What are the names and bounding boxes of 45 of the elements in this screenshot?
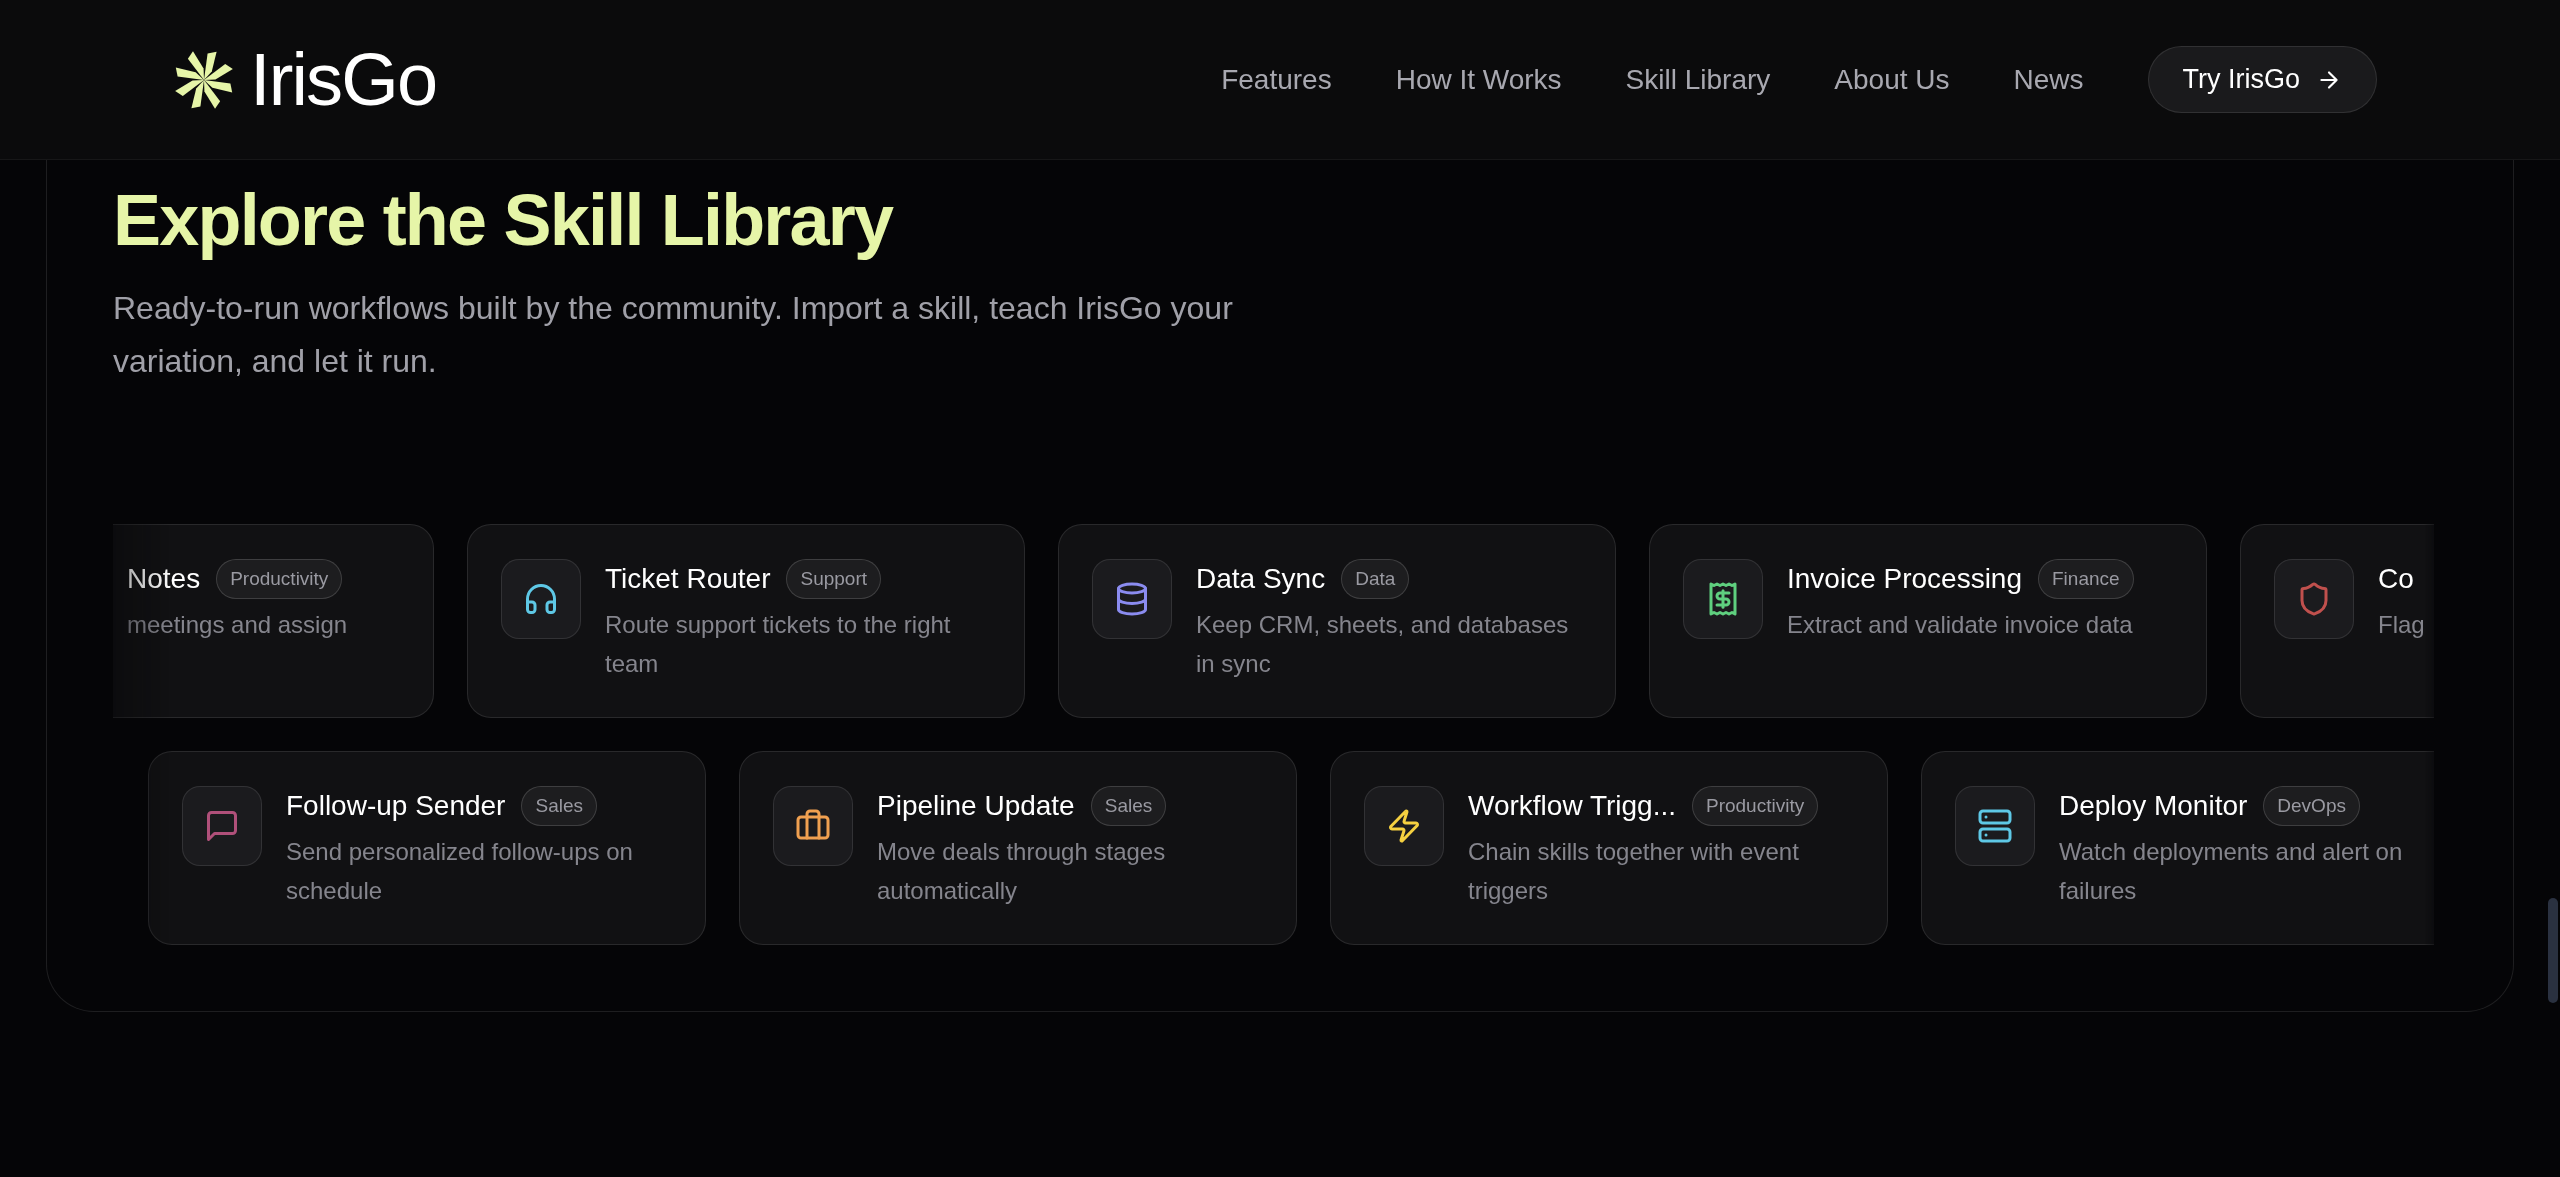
nav-link[interactable]: About Us (1834, 58, 1950, 101)
skill-card[interactable]: Pipeline Update Sales Move deals through stages automatically (739, 751, 1297, 945)
skill-description: Send personalized follow-ups on schedule (286, 837, 634, 906)
skill-title: Data Sync (1196, 562, 1326, 596)
logo-wordmark[interactable]: IrisGo (250, 42, 437, 117)
skill-title: Notes (127, 562, 201, 596)
skill-card[interactable]: Deploy Monitor DevOps Watch deployments and alert on failures (1921, 751, 2434, 945)
skill-description: meetings and assign (127, 610, 348, 640)
skill-description: Keep CRM, sheets, and databases in sync (1196, 610, 1570, 679)
skill-description: Flag (2378, 610, 2425, 640)
nav-link[interactable]: Skill Library (1625, 58, 1771, 101)
scrollbar-thumb[interactable] (2548, 898, 2558, 1003)
skill-title: Invoice Processing (1787, 562, 2022, 596)
skill-title: Follow-up Sender (286, 789, 506, 823)
skill-title: Co (2378, 562, 2414, 596)
category-tag: Sales (1090, 785, 1167, 827)
skill-card[interactable]: Follow-up Sender Sales Send personalized follow-ups on schedule (148, 751, 706, 945)
category-tag: Data (1341, 558, 1410, 600)
skill-title: Workflow Trigg... (1468, 789, 1676, 823)
category-tag: Finance (2038, 558, 2134, 600)
nav-link[interactable]: News (2013, 58, 2084, 101)
skill-title: Pipeline Update (877, 789, 1075, 823)
skill-card[interactable]: Invoice Processing Finance Extract and validate invoice data (1649, 524, 2207, 718)
section-heading: Explore the Skill Library (113, 180, 895, 260)
skill-description: Route support tickets to the right team (605, 610, 952, 679)
skill-description: Move deals through stages automatically (877, 837, 1167, 906)
nav-link[interactable]: Features (1221, 58, 1332, 101)
skill-description: Extract and validate invoice data (1787, 610, 2134, 640)
skill-description: Chain skills together with event triggers (1468, 837, 1800, 906)
skill-card[interactable]: Co Flag (2240, 524, 2434, 718)
skill-card[interactable]: Ticket Router Support Route support tickets to the right team (467, 524, 1025, 718)
nav-link[interactable]: How It Works (1395, 58, 1562, 101)
skill-title: Ticket Router (605, 562, 771, 596)
category-tag: Support (786, 558, 881, 600)
skill-description: Watch deployments and alert on failures (2059, 837, 2404, 906)
category-tag: Productivity (216, 558, 343, 600)
skill-card[interactable]: Data Sync Data Keep CRM, sheets, and databases in sync (1058, 524, 1616, 718)
category-tag: DevOps (2263, 785, 2360, 827)
skill-card[interactable]: Workflow Trigg... Productivity Chain skills together with event triggers (1330, 751, 1888, 945)
skill-card[interactable]: Notes Productivity meetings and assign (113, 524, 434, 718)
category-tag: Productivity (1692, 785, 1819, 827)
try-button[interactable]: Try IrisGo (2147, 46, 2377, 113)
skill-title: Deploy Monitor (2059, 789, 2248, 823)
section-description: Ready-to-run workflows built by the community. Import a skill, teach IrisGo your variation, and let it run. (113, 289, 1234, 381)
category-tag: Sales (521, 785, 597, 827)
